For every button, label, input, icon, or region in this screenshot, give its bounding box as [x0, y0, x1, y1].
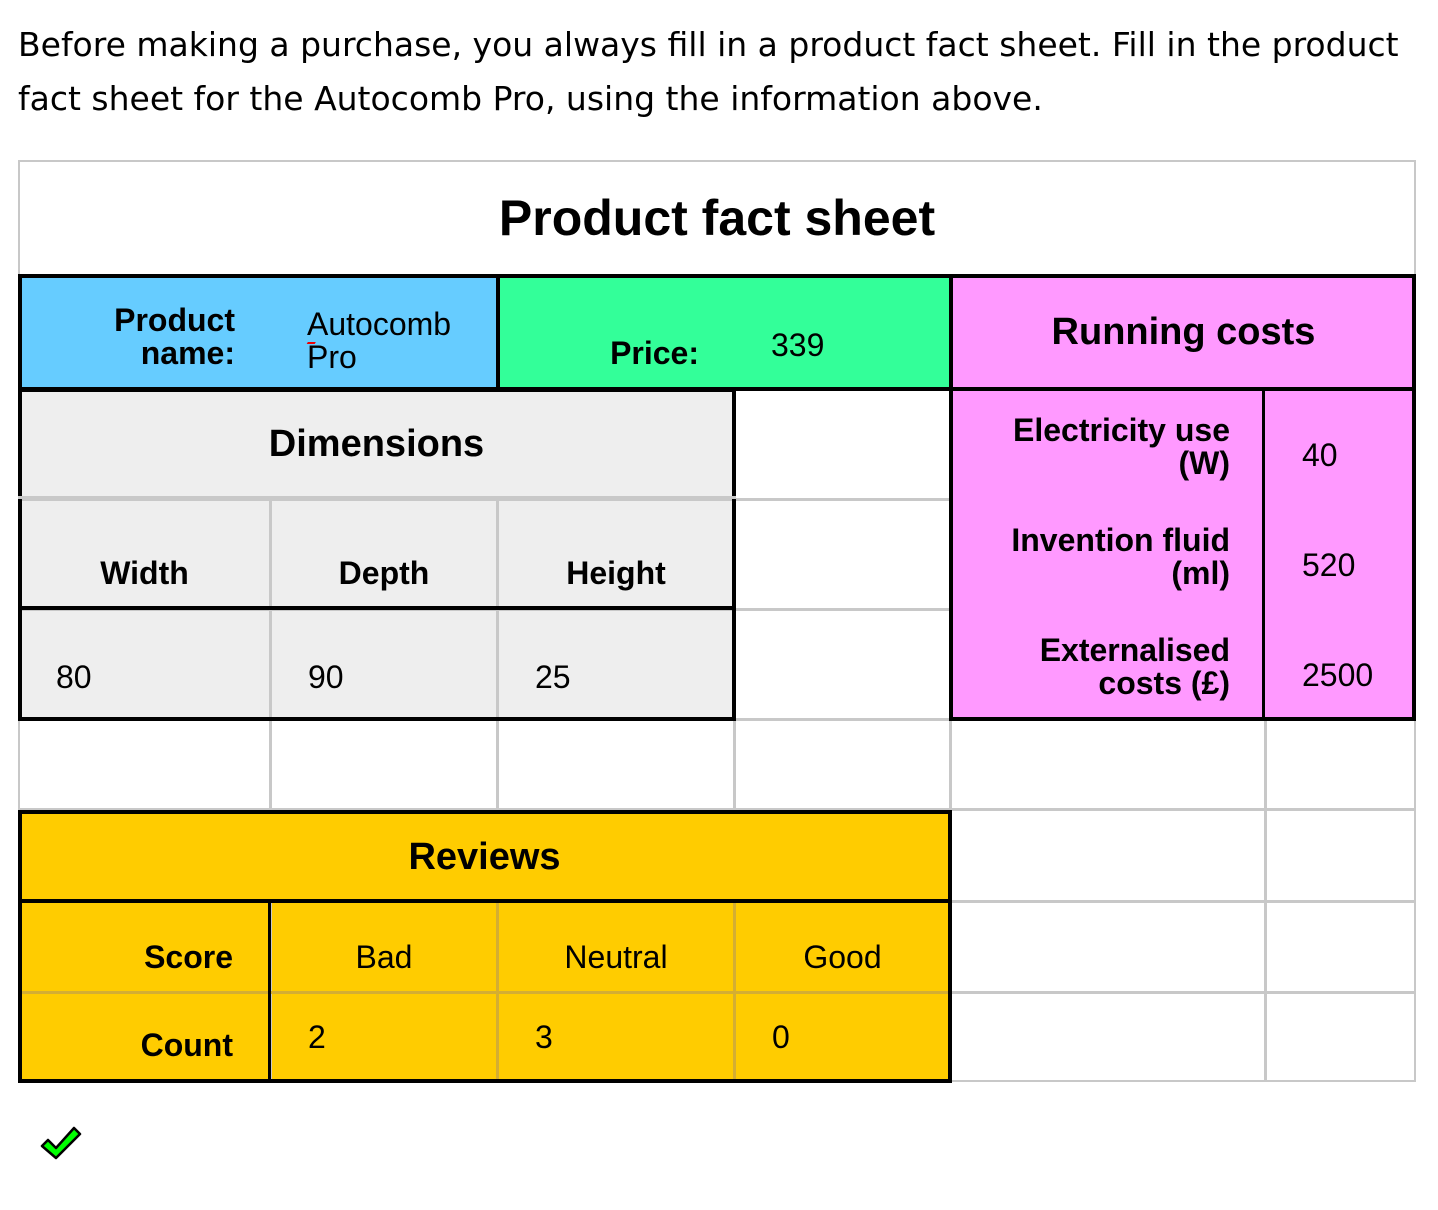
score-neutral: Neutral [499, 903, 733, 992]
count-label: Count [20, 994, 269, 1080]
count-bad-cell[interactable]: 2 [272, 994, 496, 1080]
invention-fluid-label: Invention fluid (ml) [951, 498, 1266, 608]
score-bad: Bad [272, 903, 496, 992]
reviews-label-divider [268, 903, 271, 1080]
score-label: Score [20, 903, 269, 992]
dimensions-header-divider [18, 496, 736, 499]
width-label: Width [20, 501, 269, 608]
running-costs-header: Running costs [951, 276, 1416, 388]
running-costs-col-divider [1262, 388, 1265, 720]
depth-label: Depth [272, 501, 496, 608]
height-cell[interactable]: 25 [499, 611, 733, 718]
sheet-title: Product fact sheet [498, 190, 936, 246]
product-name-cell[interactable]: Autocomb Pro [271, 276, 498, 388]
count-good-cell[interactable]: 0 [736, 994, 949, 1080]
grid-line [20, 808, 1414, 811]
score-good: Good [736, 903, 949, 992]
dimensions-row-divider [18, 606, 736, 610]
product-name-value: Autocomb Pro [307, 306, 452, 375]
electricity-use-label: Electricity use (W) [951, 388, 1266, 498]
depth-cell[interactable]: 90 [272, 611, 496, 718]
reviews-col-divider [496, 903, 499, 1080]
dimensions-header: Dimensions [20, 390, 733, 498]
instructions-text: Before making a purchase, you always fil… [18, 25, 1399, 118]
count-neutral-cell[interactable]: 3 [499, 994, 733, 1080]
height-label: Height [499, 501, 733, 608]
electricity-use-label-text: Electricity use (W) [1013, 412, 1230, 481]
product-name-label-text: Product name: [114, 302, 235, 371]
price-label: Price: [498, 276, 735, 388]
externalised-costs-cell[interactable]: 2500 [1266, 608, 1416, 718]
externalised-costs-label: Externalised costs (£) [951, 608, 1266, 718]
externalised-costs-label-text: Externalised costs (£) [1039, 632, 1230, 701]
checkmark-icon [40, 1126, 82, 1160]
electricity-use-cell[interactable]: 40 [1266, 388, 1416, 498]
invention-fluid-label-text: Invention fluid (ml) [1011, 522, 1230, 591]
reviews-header: Reviews [20, 812, 949, 902]
price-cell[interactable]: 339 [735, 276, 951, 388]
product-name-label: Product name: [20, 276, 271, 388]
grid-line [20, 718, 1414, 721]
reviews-col-divider [733, 903, 736, 1080]
invention-fluid-cell[interactable]: 520 [1266, 498, 1416, 608]
reviews-row-divider [20, 991, 949, 994]
reviews-header-divider [18, 899, 952, 903]
width-cell[interactable]: 80 [20, 611, 269, 718]
